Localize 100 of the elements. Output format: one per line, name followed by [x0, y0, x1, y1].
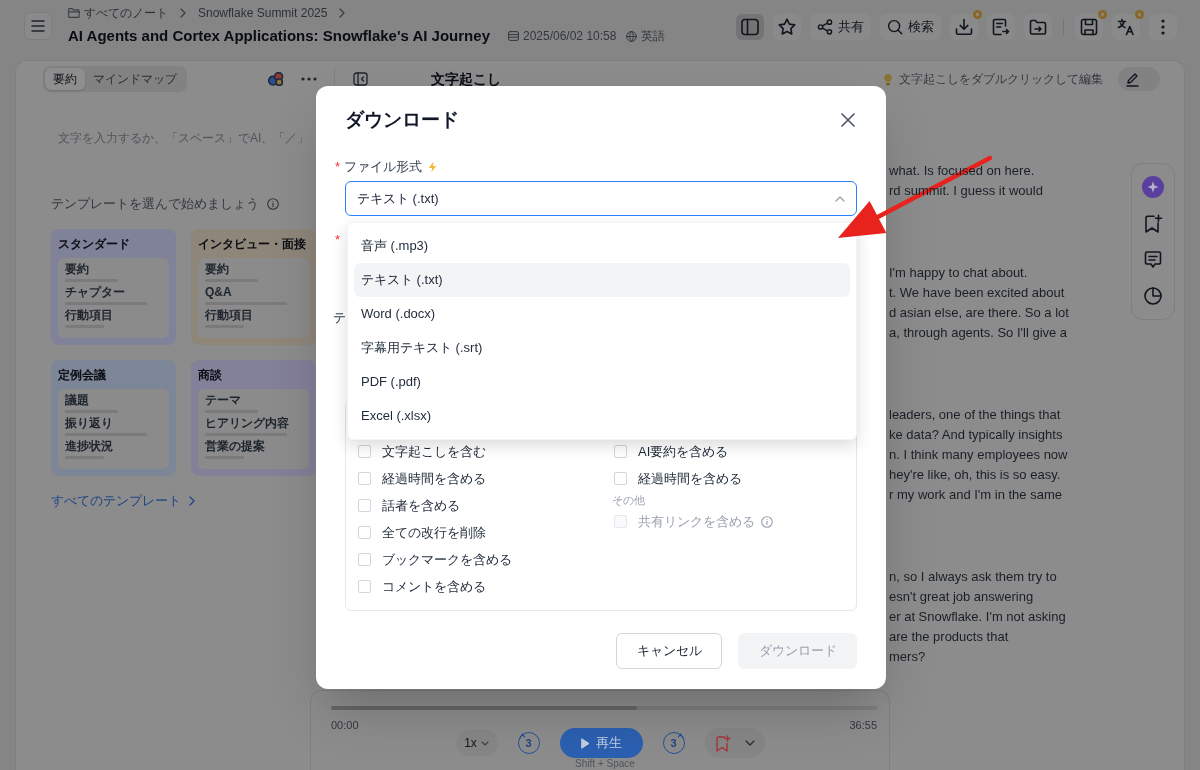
- playback-speed-button[interactable]: 1x: [455, 730, 498, 756]
- checkbox-label: コメントを含める: [382, 577, 486, 596]
- chevron-right-icon: [180, 8, 186, 18]
- document-arrow-icon: [992, 18, 1010, 36]
- template-card[interactable]: インタビュー・面接 要約 Q&A 行動項目: [191, 229, 316, 345]
- panel-title: 文字起こし: [431, 71, 501, 87]
- template-card[interactable]: 定例会議 議題 振り返り 進捗状況: [51, 360, 176, 476]
- template-section: 議題: [65, 393, 162, 407]
- star-button[interactable]: [773, 14, 801, 40]
- format-select[interactable]: テキスト (.txt): [345, 181, 857, 216]
- chevron-right-icon: [339, 8, 346, 18]
- save-button[interactable]: [1075, 14, 1103, 40]
- template-section: Q&A: [205, 285, 302, 299]
- template-section: 行動項目: [205, 308, 302, 322]
- required-mark: *: [335, 231, 341, 250]
- field-label: ファイル形式: [344, 158, 423, 177]
- checkbox-label: 全ての改行を削除: [382, 523, 486, 542]
- statistics-button[interactable]: [1143, 286, 1163, 306]
- ai-sparkle-icon: [1142, 176, 1164, 198]
- bookmark-plus-icon: [1143, 214, 1163, 234]
- bookmark-menu-button[interactable]: [744, 740, 755, 746]
- template-section: 進捗状況: [65, 439, 162, 453]
- close-button[interactable]: [841, 113, 855, 127]
- search-button[interactable]: 検索: [880, 14, 941, 40]
- template-title: 定例会議: [58, 367, 107, 383]
- arrow-head-icon: [677, 733, 684, 739]
- edit-hint: 文字起こしをダブルクリックして編集: [899, 71, 1103, 88]
- note-language: 英語: [641, 28, 666, 45]
- export-button[interactable]: [987, 14, 1015, 40]
- checkbox-label: 話者を含める: [382, 496, 460, 515]
- checkbox[interactable]: [358, 526, 371, 539]
- checkbox-label: 文字起こしを含む: [382, 442, 486, 461]
- panel-icon: [353, 72, 368, 86]
- template-section: 行動項目: [65, 308, 162, 322]
- lightning-icon: [428, 161, 438, 173]
- checkbox[interactable]: [358, 472, 371, 485]
- total-duration: 36:55: [849, 718, 877, 732]
- close-icon: [841, 113, 855, 127]
- globe-icon: [626, 30, 638, 42]
- menu-button[interactable]: [24, 12, 52, 40]
- lightbulb-icon: [883, 72, 893, 86]
- template-title: 商談: [198, 367, 223, 383]
- tab[interactable]: マインドマップ: [85, 68, 185, 90]
- play-icon: [580, 737, 590, 749]
- search-icon: [887, 19, 903, 35]
- translate-button[interactable]: [1112, 14, 1140, 40]
- folder-icon: [68, 8, 80, 18]
- template-section: チャプター: [65, 285, 162, 299]
- template-section: 要約: [65, 262, 162, 276]
- transcript-paragraph: I'm happy to chat about. t. We have been excited about d asian else, are there. So a lot a, through agents. So I'll give a: [889, 264, 1069, 342]
- checkbox-label: 共有リンクを含める: [638, 512, 755, 531]
- checkbox[interactable]: [358, 580, 371, 593]
- info-icon: [267, 198, 279, 210]
- checkbox-label: 経過時間を含める: [638, 469, 742, 488]
- sidebar-icon: [741, 18, 759, 36]
- chevron-down-icon: [744, 740, 755, 746]
- templates-heading: テンプレートを選んで始めましょう: [51, 195, 259, 214]
- download-button[interactable]: [950, 14, 978, 40]
- more-button[interactable]: [1149, 14, 1177, 40]
- checkbox-label: AI要約を含める: [638, 442, 729, 461]
- breadcrumb-link[interactable]: Snowflake Summit 2025: [198, 4, 328, 22]
- add-bookmark-button[interactable]: [1143, 214, 1163, 234]
- checkbox[interactable]: [358, 445, 371, 458]
- move-to-folder-button[interactable]: [1024, 14, 1052, 40]
- comments-button[interactable]: [1143, 250, 1163, 270]
- breadcrumb-link[interactable]: すべてのノート: [84, 4, 168, 22]
- progress-track[interactable]: [331, 706, 877, 710]
- colored-dots-icon: [268, 72, 284, 86]
- bookmark-plus-icon: [714, 734, 731, 752]
- calendar-icon: [508, 31, 519, 41]
- checkbox-label: ブックマークを含める: [382, 550, 512, 569]
- sidebar-toggle-button[interactable]: [736, 14, 764, 40]
- template-card[interactable]: スタンダード 要約 チャプター 行動項目: [51, 229, 176, 345]
- ai-assistant-button[interactable]: [1142, 176, 1164, 198]
- edit-mode-switch[interactable]: [1118, 67, 1160, 91]
- share-icon: [817, 19, 833, 35]
- chevron-up-icon: [835, 195, 845, 202]
- dropdown-option[interactable]: テキスト (.txt): [354, 263, 850, 297]
- template-section: テーマ: [205, 393, 302, 407]
- comment-icon: [1143, 250, 1163, 270]
- checkbox[interactable]: [614, 445, 627, 458]
- share-button[interactable]: 共有: [810, 14, 871, 40]
- chevron-down-icon: [480, 740, 489, 746]
- translate-icon: [1117, 18, 1135, 36]
- all-templates-link[interactable]: すべてのテンプレート: [51, 492, 195, 510]
- arrow-head-icon: [518, 733, 525, 739]
- dialog-title: ダウンロード: [345, 108, 459, 132]
- cancel-button[interactable]: キャンセル: [616, 633, 722, 669]
- tab[interactable]: 要約: [45, 68, 85, 90]
- pencil-icon: [1125, 71, 1139, 87]
- play-button[interactable]: 再生: [559, 728, 643, 758]
- template-card[interactable]: 商談 テーマ ヒアリング内容 営業の提案: [191, 360, 316, 476]
- checkbox[interactable]: [614, 472, 627, 485]
- elapsed-time: 00:00: [331, 718, 359, 732]
- template-section: 振り返り: [65, 416, 162, 430]
- panel-toggle-button[interactable]: [353, 72, 368, 86]
- checkbox[interactable]: [358, 553, 371, 566]
- download-icon: [955, 18, 973, 36]
- checkbox[interactable]: [358, 499, 371, 512]
- section-label: その他: [612, 493, 645, 508]
